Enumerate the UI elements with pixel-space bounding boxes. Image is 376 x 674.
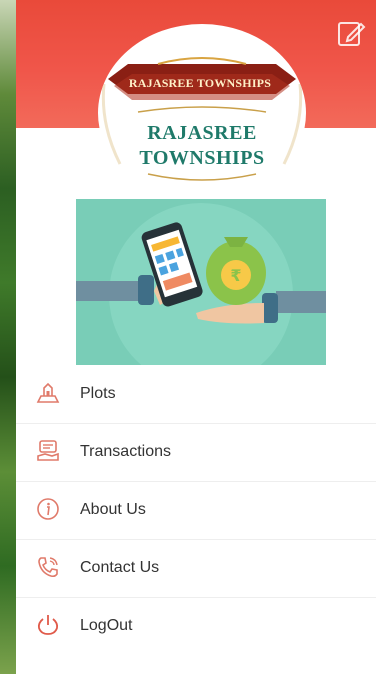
navigation-drawer: RAJASREE TOWNSHIPS RAJASREE TOWNSHIPS ₹ … xyxy=(16,0,376,674)
phone-icon xyxy=(38,557,58,578)
company-logo: RAJASREE TOWNSHIPS RAJASREE TOWNSHIPS xyxy=(98,24,306,202)
plots-icon xyxy=(36,382,60,403)
menu-item-about-us[interactable]: About Us xyxy=(16,482,376,540)
background-app-content xyxy=(0,0,16,674)
menu-item-logout[interactable]: LogOut xyxy=(16,598,376,655)
drawer-menu: Plots Transactions About Us Contact Us L… xyxy=(16,366,376,655)
logo-title-line2: TOWNSHIPS xyxy=(139,147,265,169)
transactions-icon xyxy=(37,440,59,461)
menu-item-plots[interactable]: Plots xyxy=(16,366,376,424)
menu-label-transactions: Transactions xyxy=(80,443,171,460)
edit-profile-button[interactable] xyxy=(334,16,368,50)
info-icon xyxy=(37,498,59,520)
edit-icon xyxy=(338,22,366,46)
logo-banner-text: RAJASREE TOWNSHIPS xyxy=(128,76,272,90)
menu-label-plots: Plots xyxy=(80,385,116,402)
logo-banner: RAJASREE TOWNSHIPS xyxy=(120,68,280,98)
menu-label-contact-us: Contact Us xyxy=(80,559,160,576)
svg-text:₹: ₹ xyxy=(230,266,241,285)
menu-label-logout: LogOut xyxy=(80,617,133,634)
logo-title-line1: RAJASREE xyxy=(147,122,257,144)
menu-label-about-us: About Us xyxy=(80,501,146,518)
power-icon xyxy=(37,615,59,635)
menu-item-contact-us[interactable]: Contact Us xyxy=(16,540,376,598)
menu-item-transactions[interactable]: Transactions xyxy=(16,424,376,482)
payment-illustration: ₹ xyxy=(76,199,326,365)
